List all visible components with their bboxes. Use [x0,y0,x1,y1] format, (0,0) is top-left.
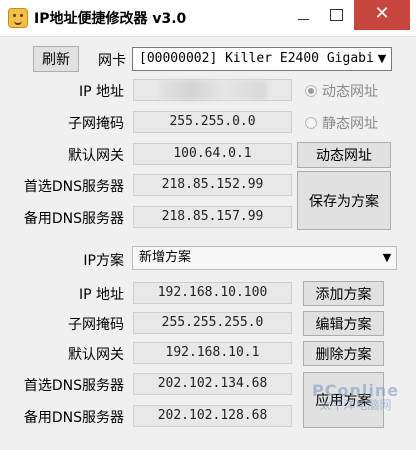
redacted-ip-blur [159,80,267,100]
scheme-gateway-field[interactable]: 192.168.10.1 [133,342,292,364]
radio-static-indicator [305,117,317,129]
radio-dynamic[interactable]: 动态网址 [305,81,378,101]
scheme-selected: 新增方案 [139,250,192,265]
delete-scheme-button[interactable]: 删除方案 [303,341,384,366]
gateway-label: 默认网关 [68,148,124,164]
watermark: PConline 太平洋电脑网 [312,381,400,413]
dns1-label: 首选DNS服务器 [23,179,124,195]
nic-label: 网卡 [98,53,126,69]
dns2-label: 备用DNS服务器 [23,211,124,227]
scheme-dns1-field[interactable]: 202.102.134.68 [133,373,292,395]
scheme-gateway-label: 默认网关 [68,347,124,363]
radio-static-label: 静态网址 [322,116,378,132]
window-title: IP地址便捷修改器 v3.0 [34,11,187,27]
scheme-mask-label: 子网掩码 [68,317,124,333]
scheme-select[interactable]: 新增方案 ▼ [132,246,397,270]
scheme-dns2-label: 备用DNS服务器 [23,410,124,426]
mask-label: 子网掩码 [68,116,124,132]
watermark-logo: PConline [312,381,400,400]
nic-value: [00000002] Killer E2400 Gigabit [139,51,382,66]
chevron-down-icon: ▼ [378,247,396,269]
radio-static[interactable]: 静态网址 [305,113,378,133]
close-button[interactable]: ✕ [354,0,410,30]
scheme-mask-field[interactable]: 255.255.255.0 [133,312,292,334]
save-as-scheme-button[interactable]: 保存为方案 [297,171,391,230]
scheme-label: IP方案 [83,253,124,269]
ip-label: IP 地址 [78,84,124,100]
scheme-ip-label: IP 地址 [78,287,124,303]
gateway-field: 100.64.0.1 [133,143,292,165]
mask-field: 255.255.0.0 [133,111,292,133]
app-window: IP地址便捷修改器 v3.0 ✕ 刷新 网卡 [00000002] Killer… [0,0,416,450]
scheme-dns2-field[interactable]: 202.102.128.68 [133,405,292,427]
nic-select[interactable]: [00000002] Killer E2400 Gigabit ▼ [132,47,392,71]
watermark-text: 太平洋电脑网 [319,398,392,412]
dns2-field: 218.85.157.99 [133,206,292,228]
scheme-ip-field[interactable]: 192.168.10.100 [133,282,292,304]
dns1-field: 218.85.152.99 [133,174,292,196]
dynamic-ip-button[interactable]: 动态网址 [297,142,391,168]
radio-dynamic-label: 动态网址 [322,84,378,100]
title-bar: IP地址便捷修改器 v3.0 ✕ [0,0,416,37]
edit-scheme-button[interactable]: 编辑方案 [303,311,384,336]
app-icon [8,8,28,28]
maximize-button[interactable] [320,0,352,30]
add-scheme-button[interactable]: 添加方案 [303,281,384,306]
minimize-button[interactable] [288,0,320,30]
radio-dynamic-indicator [305,85,317,97]
chevron-down-icon: ▼ [373,48,391,70]
refresh-button[interactable]: 刷新 [33,46,79,72]
scheme-dns1-label: 首选DNS服务器 [23,378,124,394]
